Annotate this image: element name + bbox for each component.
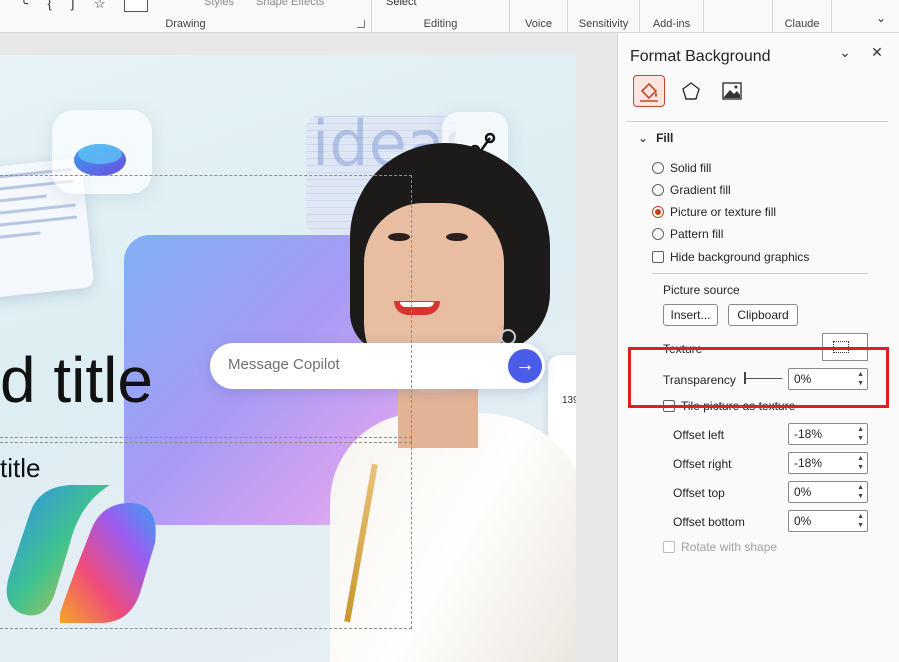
radio-indicator-selected (652, 206, 664, 218)
shape-box-icon[interactable] (124, 0, 148, 12)
voice-label: Voice (525, 18, 552, 30)
section-collapse-chevron-icon: ⌄ (638, 131, 649, 145)
fill-section-header[interactable]: ⌄ Fill (638, 131, 673, 145)
insert-picture-button[interactable]: Insert... (663, 304, 718, 326)
shape-effects-button[interactable]: Shape Effects (256, 0, 324, 8)
offset-left-input[interactable]: -18% ▲ ▼ (788, 423, 868, 445)
close-icon[interactable]: ✕ (868, 43, 886, 61)
offset-right-label: Offset right (673, 457, 732, 471)
picture-fill-label: Picture or texture fill (670, 205, 777, 219)
radio-indicator (652, 162, 664, 174)
paint-bucket-icon (640, 82, 658, 102)
editing-group-label: Editing (423, 18, 458, 30)
offset-right-input[interactable]: -18% ▲ ▼ (788, 452, 868, 474)
pane-divider (626, 121, 888, 122)
select-button[interactable]: Select (386, 0, 417, 8)
gradient-fill-radio[interactable]: Gradient fill (652, 182, 731, 198)
addins-group[interactable]: Add-ins (640, 0, 704, 33)
radio-indicator (652, 228, 664, 240)
drawing-group: ╰ { ʃ ☆ Styles Shape Effects Drawing (0, 0, 372, 33)
tab-effects[interactable] (675, 75, 707, 107)
addins-label: Add-ins (652, 18, 691, 30)
editing-group: Select Editing (372, 0, 510, 33)
subtitle-placeholder[interactable] (0, 437, 412, 629)
clipboard-button[interactable]: Clipboard (728, 304, 798, 326)
spin-arrows-icon[interactable]: ▲ ▼ (857, 483, 864, 501)
offset-left-value: -18% (794, 427, 823, 441)
drawing-group-label: Drawing (165, 18, 206, 30)
offset-bottom-input[interactable]: 0% ▲ ▼ (788, 510, 868, 532)
spin-arrows-icon[interactable]: ▲ ▼ (857, 512, 864, 530)
transparency-highlight-box (628, 347, 889, 408)
quick-styles-button[interactable]: Styles (204, 0, 234, 8)
fill-section-label: Fill (656, 131, 674, 145)
tab-picture[interactable] (716, 75, 748, 107)
offset-top-label: Offset top (673, 486, 725, 500)
claude-group[interactable]: Claude (772, 0, 832, 33)
pattern-fill-label: Pattern fill (670, 227, 724, 241)
offset-bottom-label: Offset bottom (673, 515, 745, 529)
offset-top-value: 0% (794, 485, 812, 499)
slide-subtitle-text[interactable]: title (0, 453, 40, 484)
claude-label: Claude (784, 18, 820, 30)
slide-title-text[interactable]: d title (0, 345, 153, 415)
picture-icon (722, 82, 742, 100)
offset-bottom-value: 0% (794, 514, 812, 528)
rotate-with-shape-checkbox: Rotate with shape (663, 539, 777, 555)
hide-background-graphics-checkbox[interactable]: Hide background graphics (652, 249, 809, 265)
picture-fill-radio[interactable]: Picture or texture fill (652, 204, 776, 220)
offset-left-label: Offset left (673, 428, 725, 442)
voice-group[interactable]: Voice (510, 0, 568, 33)
slide-canvas[interactable]: ideas 139 Message Copilot → (0, 55, 576, 662)
pane-title: Format Background (630, 48, 771, 65)
ribbon: ╰ { ʃ ☆ Styles Shape Effects Drawing Sel… (0, 0, 899, 33)
pattern-fill-radio[interactable]: Pattern fill (652, 226, 723, 242)
checkbox-box (652, 251, 664, 263)
hide-background-graphics-label: Hide background graphics (670, 250, 810, 264)
picture-source-label: Picture source (663, 283, 740, 297)
collapse-ribbon-chevron-icon[interactable]: ⌄ (871, 8, 891, 28)
offset-right-value: -18% (794, 456, 823, 470)
dialog-launcher-icon[interactable] (357, 20, 365, 28)
slide-workspace: ideas 139 Message Copilot → (0, 33, 617, 662)
pentagon-icon (682, 81, 700, 100)
send-arrow-icon: → (508, 349, 542, 383)
spin-arrows-icon[interactable]: ▲ ▼ (857, 425, 864, 443)
rotate-with-shape-label: Rotate with shape (681, 540, 778, 554)
sensitivity-group[interactable]: Sensitivity (568, 0, 640, 33)
offset-top-input[interactable]: 0% ▲ ▼ (788, 481, 868, 503)
shapes-gallery[interactable]: ╰ { ʃ ☆ (20, 0, 114, 12)
right-eye-shape (446, 233, 468, 241)
checkbox-box (663, 541, 675, 553)
spin-arrows-icon[interactable]: ▲ ▼ (857, 454, 864, 472)
fill-divider (652, 273, 868, 274)
radio-indicator (652, 184, 664, 196)
tab-fill[interactable] (633, 75, 665, 107)
sensitivity-label: Sensitivity (578, 18, 629, 30)
solid-fill-label: Solid fill (670, 161, 712, 175)
gradient-fill-label: Gradient fill (670, 183, 731, 197)
pane-options-chevron-icon[interactable]: ⌄ (836, 43, 854, 61)
solid-fill-radio[interactable]: Solid fill (652, 160, 711, 176)
